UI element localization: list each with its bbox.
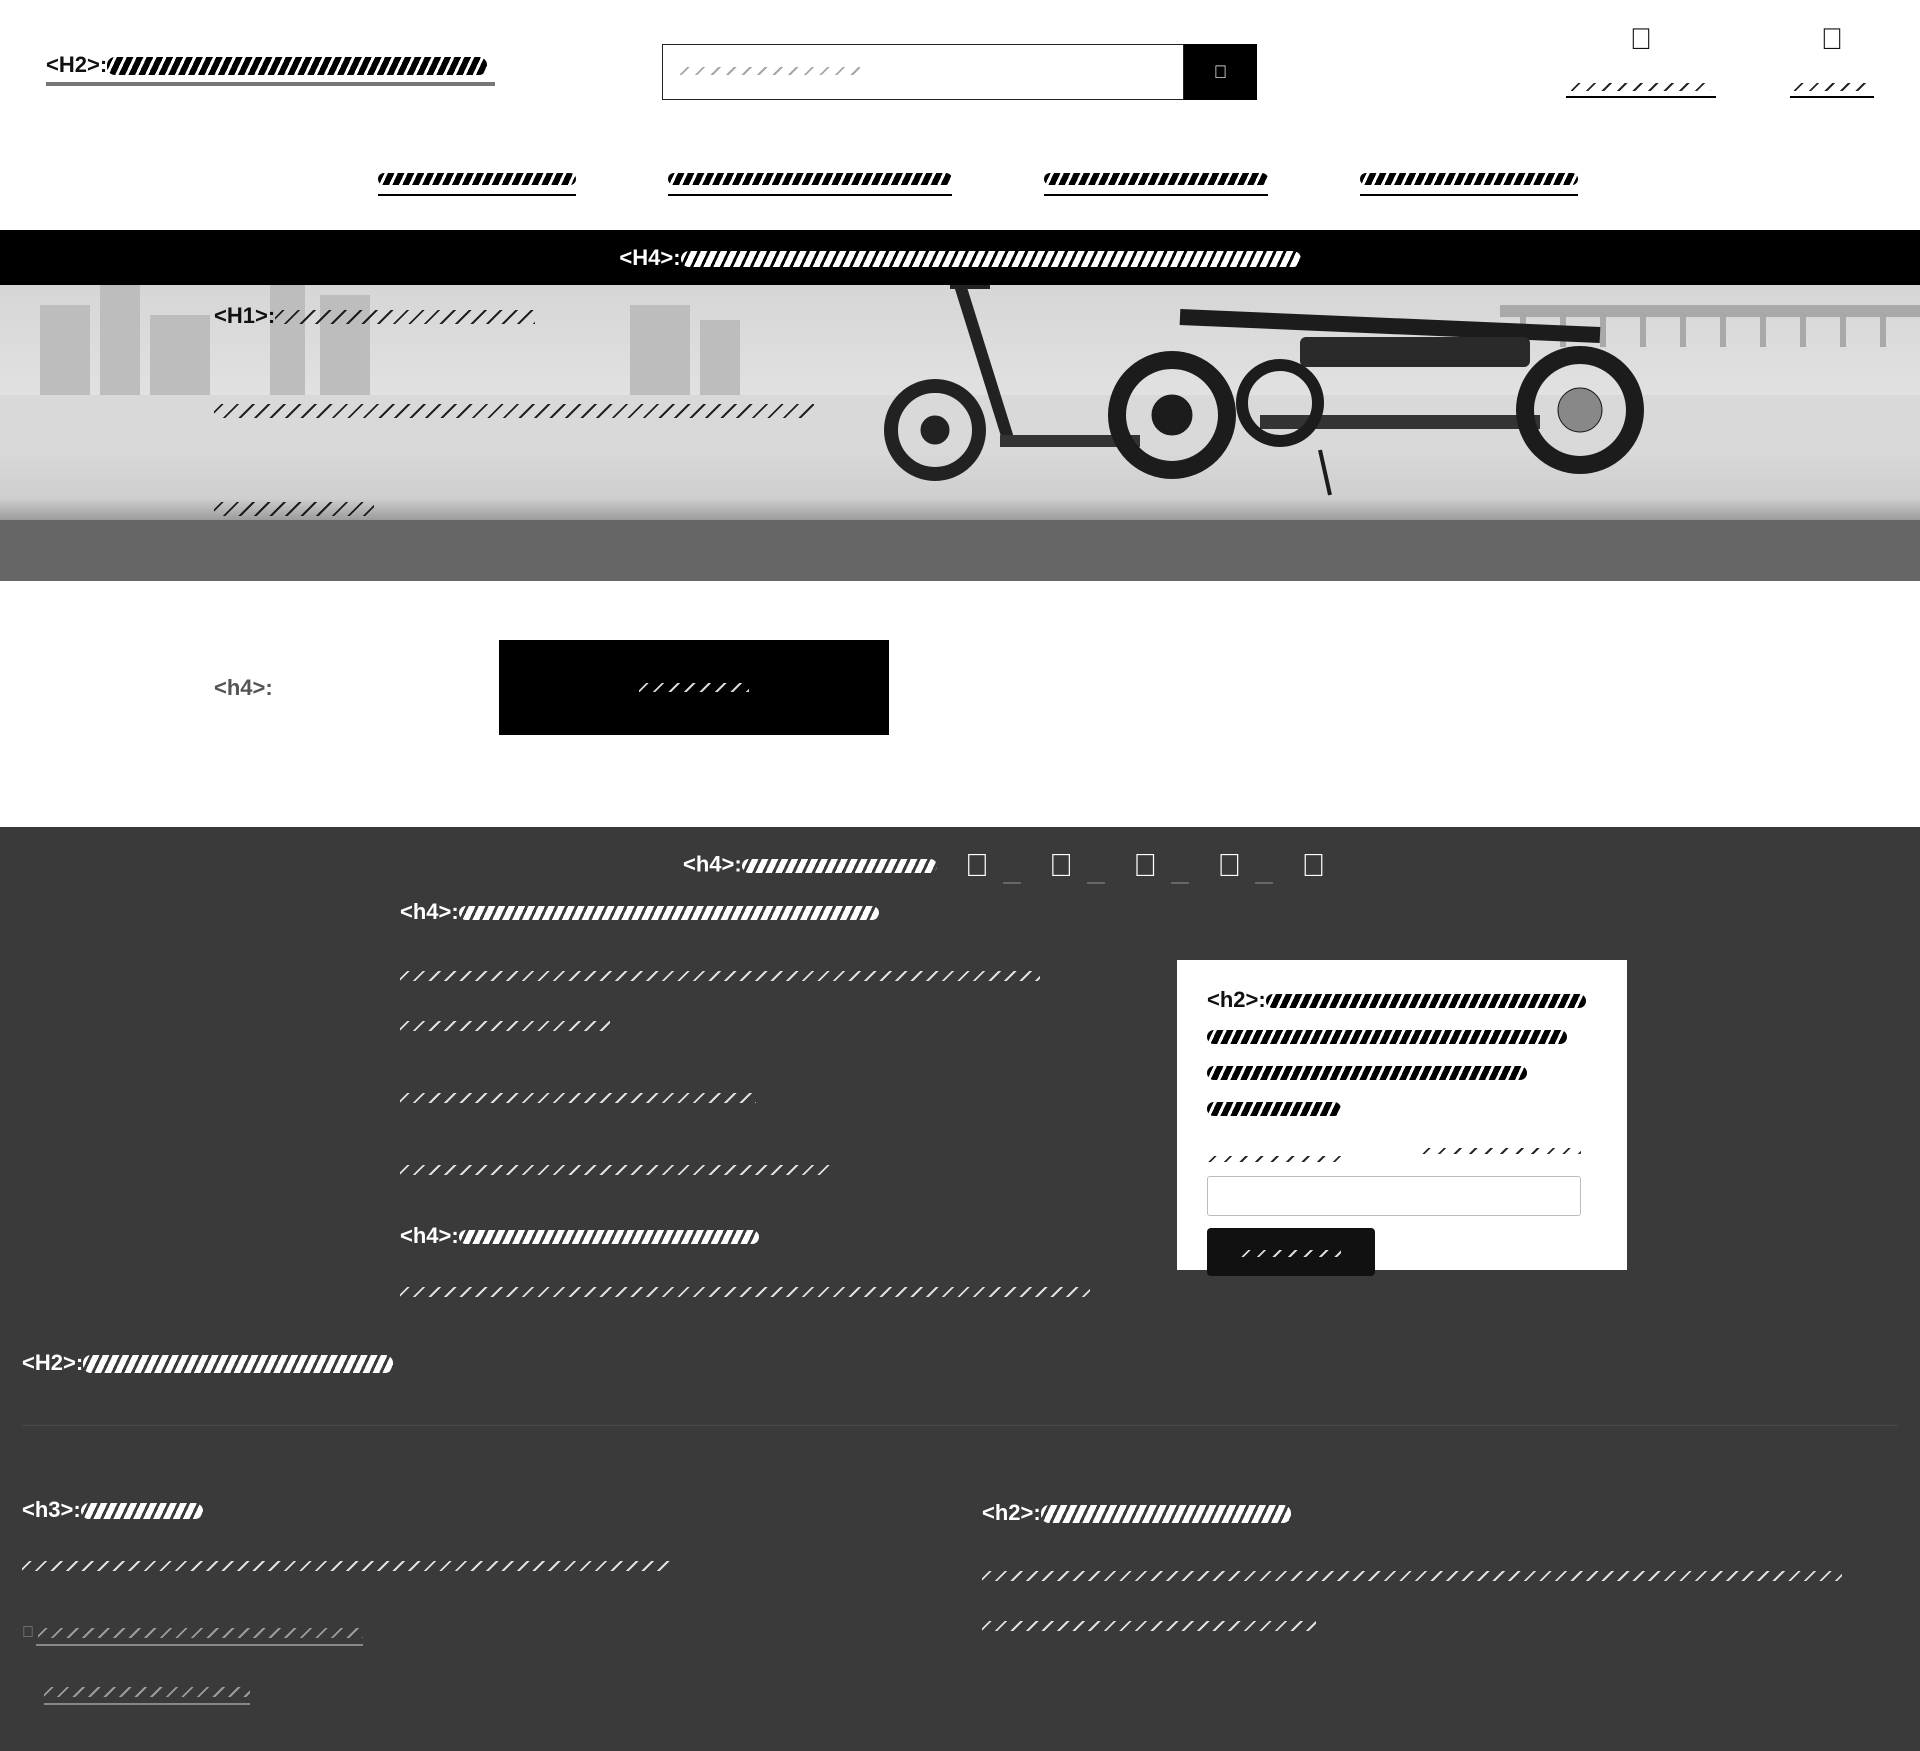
contact-line (22, 1557, 672, 1575)
shop-heading-tag: <h4>: (400, 1223, 459, 1248)
star-icon-3:  (1133, 847, 1157, 884)
footer-title-tag: <H2>: (22, 1350, 84, 1375)
hero-image (0, 285, 1920, 581)
reviews-tag: <h4>: (683, 851, 742, 877)
newsletter-title: <h2>: (1207, 982, 1597, 1126)
footer-divider (22, 1425, 1898, 1426)
policy-line-2 (982, 1617, 1316, 1635)
brand-tag: <H2>: (46, 52, 108, 77)
cta-button[interactable] (499, 640, 889, 735)
search-icon:  (1214, 62, 1228, 82)
hero-subtitle-2 (214, 495, 374, 521)
star-icon-4:  (1217, 847, 1241, 884)
link-icon:  (22, 1624, 34, 1641)
star-icon-1:  (965, 847, 989, 884)
contact-heading-tag: <h3>: (22, 1497, 81, 1522)
nav-item-4[interactable] (1360, 170, 1578, 196)
announcement-bar: <H4>: (0, 230, 1920, 285)
brand-title[interactable]: <H2>: (46, 52, 496, 86)
about-line-2 (400, 1017, 610, 1035)
newsletter-title-tag: <h2>: (1207, 987, 1266, 1012)
user-icon:  (1566, 20, 1716, 60)
nav-item-3[interactable] (1044, 170, 1268, 196)
cart-link[interactable]:  (1790, 20, 1874, 98)
search-placeholder-redacted (680, 67, 860, 75)
shop-heading: <h4>: (400, 1223, 759, 1249)
hero-subtitle (214, 397, 814, 423)
account-link[interactable]:  (1566, 20, 1716, 98)
cta-tag: <h4>: (214, 675, 273, 700)
brand-underline (46, 82, 496, 86)
reviews-row: <h4>:      (683, 847, 1325, 884)
hero-heading-tag: <H1>: (214, 303, 276, 328)
about-line-1 (400, 967, 1040, 985)
about-line-4 (400, 1161, 832, 1179)
announcement-tag: <H4>: (619, 245, 681, 270)
contact-link[interactable]:  (22, 1624, 364, 1646)
main-nav (0, 160, 1920, 200)
about-heading-tag: <h4>: (400, 899, 459, 924)
newsletter-submit-button[interactable] (1207, 1228, 1375, 1276)
newsletter-email-input[interactable] (1207, 1176, 1581, 1216)
hero-heading: <H1>: (214, 303, 536, 329)
newsletter-card: <h2>: (1177, 960, 1627, 1276)
nav-item-1[interactable] (378, 170, 576, 196)
about-heading: <h4>: (400, 899, 879, 925)
cta-label-redacted (639, 683, 749, 692)
cta-row: <h4>: (214, 640, 889, 735)
policy-heading: <h2>: (982, 1500, 1291, 1526)
policy-heading-tag: <h2>: (982, 1500, 1041, 1525)
hero-banner: <H1>: (0, 285, 1920, 581)
about-line-3 (400, 1089, 756, 1107)
site-header: <H2>:    (0, 0, 1920, 230)
newsletter-labels (1207, 1148, 1597, 1168)
contact-link-2[interactable] (44, 1683, 250, 1705)
dark-section: <h4>:      <h4>: <h4>: <h2>: <H2>: (0, 827, 1920, 1751)
cart-label (1790, 78, 1874, 98)
shop-line (400, 1283, 1090, 1301)
star-icon-2:  (1049, 847, 1073, 884)
account-label (1566, 78, 1716, 98)
footer-title: <H2>: (22, 1350, 394, 1376)
star-icon-5:  (1301, 847, 1325, 884)
announcement-text-redacted (680, 251, 1301, 268)
search-button[interactable]:  (1184, 44, 1257, 100)
cart-icon:  (1790, 20, 1874, 60)
brand-name-redacted (107, 57, 488, 76)
policy-line-1 (982, 1567, 1842, 1585)
contact-heading: <h3>: (22, 1497, 203, 1523)
nav-item-2[interactable] (668, 170, 952, 196)
search-form:  (662, 44, 1257, 100)
